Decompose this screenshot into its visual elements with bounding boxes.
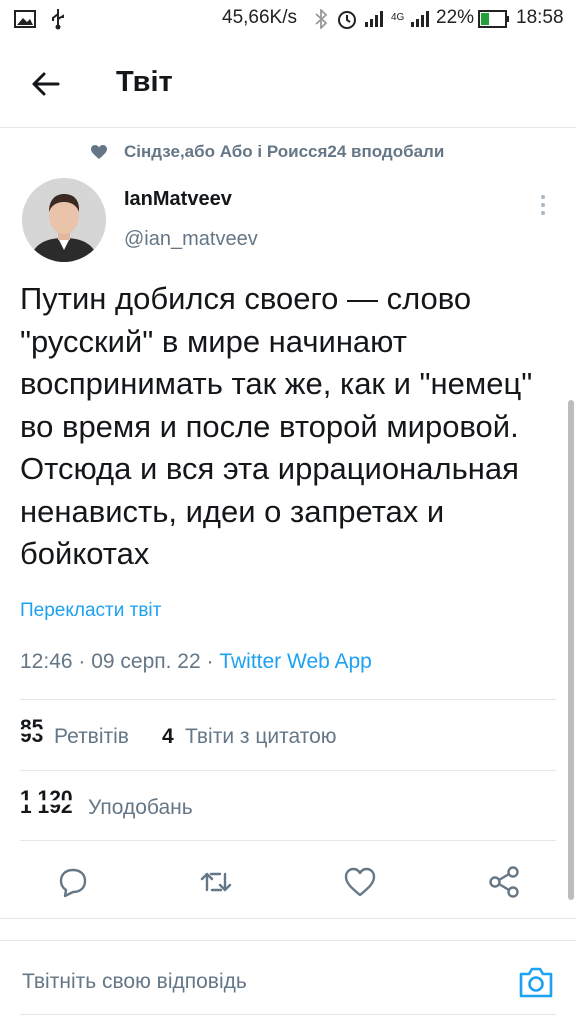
tweet-timestamp: 12:46 · 09 серп. 22 · bbox=[20, 650, 220, 673]
more-options-icon[interactable] bbox=[537, 193, 549, 217]
author-handle[interactable]: @ian_matveev bbox=[124, 228, 258, 251]
usb-icon bbox=[52, 9, 64, 30]
stats-divider bbox=[20, 770, 556, 771]
tweet-meta: 12:46 · 09 серп. 22 · Twitter Web App bbox=[20, 650, 372, 674]
like-count[interactable]: 1 120 1 192 bbox=[20, 787, 82, 823]
like-icon[interactable] bbox=[340, 862, 380, 902]
battery-percent: 22% bbox=[436, 7, 475, 28]
battery-icon bbox=[478, 10, 509, 28]
avatar[interactable] bbox=[22, 178, 106, 262]
header-divider bbox=[0, 127, 576, 128]
signal-icon-1 bbox=[365, 11, 383, 27]
scrollbar[interactable] bbox=[568, 400, 574, 900]
bluetooth-icon bbox=[315, 9, 328, 29]
reply-input[interactable]: Твітніть свою відповідь bbox=[22, 970, 247, 994]
heart-icon bbox=[91, 145, 107, 159]
tweet-source[interactable]: Twitter Web App bbox=[219, 650, 372, 673]
retweets-label[interactable]: Ретвітів bbox=[54, 725, 129, 749]
status-left-icons bbox=[14, 8, 66, 30]
liked-by-text: Сіндзе,або Або і Роисся24 вподобали bbox=[124, 142, 445, 161]
likes-label[interactable]: Уподобань bbox=[88, 796, 193, 820]
network-speed: 45,66K/s bbox=[222, 7, 297, 28]
back-arrow-icon[interactable] bbox=[24, 62, 68, 106]
composer-divider bbox=[0, 940, 576, 941]
author-name[interactable]: IanMatveev bbox=[124, 188, 232, 211]
signal-icon-2 bbox=[411, 11, 429, 27]
clock: 18:58 bbox=[516, 7, 564, 28]
retweet-count[interactable]: 85 93 bbox=[20, 716, 52, 752]
tweet-text: Путин добился своего — слово "русский" в… bbox=[20, 281, 533, 571]
reply-icon[interactable] bbox=[53, 862, 93, 902]
quotes-label[interactable]: Твіти з цитатою bbox=[185, 725, 337, 749]
meta-divider bbox=[20, 699, 556, 700]
translate-tweet-link[interactable]: Перекласти твіт bbox=[20, 600, 161, 622]
image-icon bbox=[14, 10, 36, 28]
page-title: Твіт bbox=[116, 66, 173, 98]
likes-divider bbox=[20, 840, 556, 841]
composer-underline bbox=[20, 1014, 556, 1015]
actions-divider bbox=[0, 918, 576, 919]
network-type: 4G bbox=[391, 12, 405, 23]
camera-icon[interactable] bbox=[516, 962, 556, 1002]
retweet-icon[interactable] bbox=[196, 862, 236, 902]
status-bar: 45,66K/s 4G 22% 18:58 bbox=[0, 0, 576, 38]
share-icon[interactable] bbox=[484, 862, 524, 902]
social-context[interactable]: Сіндзе,або Або і Роисся24 вподобали bbox=[90, 142, 444, 162]
alarm-icon bbox=[338, 11, 356, 29]
quote-count[interactable]: 4 bbox=[162, 725, 174, 749]
